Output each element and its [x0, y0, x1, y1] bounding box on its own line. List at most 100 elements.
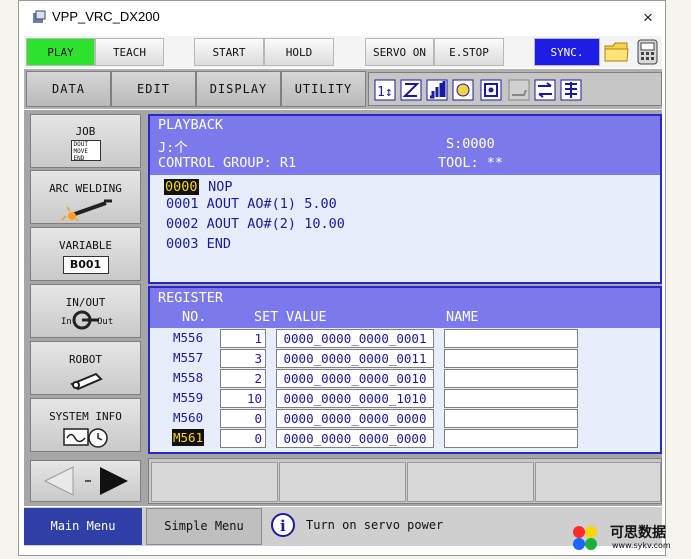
- menu-edit[interactable]: EDIT: [111, 71, 196, 107]
- register-name-field[interactable]: [444, 329, 578, 348]
- step-indicator: S:0000: [446, 136, 495, 152]
- function-key-bar: [148, 458, 662, 504]
- simple-menu-button[interactable]: Simple Menu: [146, 508, 262, 545]
- register-row[interactable]: M557 3 0000_0000_0000_0011: [150, 348, 660, 368]
- register-name-field[interactable]: [444, 349, 578, 368]
- side-arc-welding-button[interactable]: ARC WELDING: [30, 170, 141, 224]
- inout-label: IN/OUT: [65, 296, 106, 309]
- register-value-field[interactable]: 0000_0000_0000_0011: [276, 349, 434, 368]
- estop-button[interactable]: E.STOP: [434, 38, 504, 66]
- side-inout-button[interactable]: IN/OUT In Out: [30, 284, 141, 338]
- job-line-0001[interactable]: 0001 AOUT AO#(1) 5.00: [166, 196, 337, 212]
- side-job-button[interactable]: JOB DOUT MOVE END: [30, 114, 141, 168]
- register-name-field[interactable]: [444, 389, 578, 408]
- register-no: M561: [172, 429, 205, 446]
- job-line: J:个: [158, 140, 188, 156]
- control-group: CONTROL GROUP: R1: [158, 155, 297, 171]
- play-button[interactable]: PLAY: [26, 38, 95, 66]
- col-no: NO.: [182, 309, 207, 325]
- register-row[interactable]: M558 2 0000_0000_0000_0010: [150, 368, 660, 388]
- page-back-icon: [43, 466, 74, 496]
- svg-text:1↕: 1↕: [377, 85, 393, 100]
- system-info-label: SYSTEM INFO: [49, 410, 122, 423]
- folder-icon[interactable]: [603, 39, 630, 65]
- register-row[interactable]: M556 1 0000_0000_0000_0001: [150, 328, 660, 348]
- close-button[interactable]: ×: [636, 7, 660, 29]
- register-name-field[interactable]: [444, 429, 578, 448]
- out-label: Out: [97, 317, 114, 327]
- register-set-field[interactable]: 0: [220, 429, 266, 448]
- app-icon: [32, 9, 46, 23]
- register-value-field[interactable]: 0000_0000_0000_0000: [276, 429, 434, 448]
- side-page-nav: [30, 460, 141, 502]
- side-robot-button[interactable]: ROBOT: [30, 341, 141, 395]
- arc-welding-label: ARC WELDING: [49, 182, 122, 195]
- status-icon-set: 1↕: [374, 79, 582, 101]
- job-line-0002[interactable]: 0002 AOUT AO#(2) 10.00: [166, 216, 345, 232]
- watermark-logo: [571, 524, 611, 552]
- register-value-field[interactable]: 0000_0000_0000_0001: [276, 329, 434, 348]
- register-set-field[interactable]: 0: [220, 409, 266, 428]
- robot-arm-icon: [69, 372, 103, 391]
- side-system-info-button[interactable]: SYSTEM INFO: [30, 398, 141, 452]
- function-key-4[interactable]: [535, 462, 661, 502]
- line-text: NOP: [208, 179, 233, 195]
- svg-text:i: i: [280, 517, 286, 535]
- register-name-field[interactable]: [444, 369, 578, 388]
- job-icon: DOUT MOVE END: [70, 140, 101, 162]
- register-row[interactable]: M560 0 0000_0000_0000_0000: [150, 408, 660, 428]
- welding-torch-icon: [60, 199, 112, 222]
- col-name: NAME: [446, 309, 479, 325]
- system-info-icon: [62, 428, 108, 448]
- status-icons: 1↕: [368, 72, 662, 106]
- register-row[interactable]: M561 0 0000_0000_0000_0000: [150, 428, 660, 448]
- function-key-1[interactable]: [151, 462, 278, 502]
- tool-indicator: TOOL: **: [438, 155, 504, 171]
- page-forward-icon: [100, 467, 128, 495]
- sync-button[interactable]: SYNC.: [534, 38, 600, 66]
- line-number: 0000: [164, 179, 199, 195]
- status-message: Turn on servo power: [306, 518, 444, 532]
- register-set-field[interactable]: 10: [220, 389, 266, 408]
- register-no: M557: [173, 350, 204, 365]
- register-no: M559: [173, 390, 204, 405]
- register-no: M560: [173, 410, 204, 425]
- main-menu-button[interactable]: Main Menu: [24, 508, 142, 545]
- servo-on-button[interactable]: SERVO ON: [365, 38, 434, 66]
- robot-label: ROBOT: [68, 353, 103, 366]
- register-value-field[interactable]: 0000_0000_0000_0000: [276, 409, 434, 428]
- register-row[interactable]: M559 10 0000_0000_0000_1010: [150, 388, 660, 408]
- start-button[interactable]: START: [194, 38, 264, 66]
- menu-utility[interactable]: UTILITY: [281, 71, 366, 107]
- register-value-field[interactable]: 0000_0000_0000_0010: [276, 369, 434, 388]
- register-set-field[interactable]: 1: [220, 329, 266, 348]
- variable-label: VARIABLE: [59, 239, 112, 252]
- register-header: [150, 288, 660, 328]
- job-line-0000[interactable]: 0000 NOP: [164, 176, 233, 195]
- col-value: VALUE: [286, 309, 327, 325]
- menu-data[interactable]: DATA: [26, 71, 111, 107]
- register-set-field[interactable]: 2: [220, 369, 266, 388]
- controller-icon[interactable]: [634, 38, 661, 66]
- function-key-3[interactable]: [407, 462, 534, 502]
- window-title: VPP_VRC_DX200: [52, 9, 160, 24]
- register-no: M556: [173, 330, 204, 345]
- hold-button[interactable]: HOLD: [264, 38, 334, 66]
- register-value-field[interactable]: 0000_0000_0000_1010: [276, 389, 434, 408]
- info-icon: i: [270, 512, 296, 538]
- side-variable-button[interactable]: VARIABLE B001: [30, 227, 141, 281]
- watermark-url: www.sykv.com: [612, 541, 671, 550]
- job-line-0003[interactable]: 0003 END: [166, 236, 231, 252]
- register-name-field[interactable]: [444, 409, 578, 428]
- window-edge-left: [0, 70, 18, 90]
- function-key-2[interactable]: [279, 462, 406, 502]
- teach-button[interactable]: TEACH: [95, 38, 164, 66]
- variable-badge: B001: [62, 256, 109, 274]
- watermark-text: 可思数据: [610, 525, 666, 541]
- register-title: REGISTER: [158, 290, 224, 306]
- register-set-field[interactable]: 3: [220, 349, 266, 368]
- job-label: JOB: [75, 125, 96, 138]
- col-set: SET: [254, 309, 279, 325]
- menu-display[interactable]: DISPLAY: [196, 71, 281, 107]
- register-no: M558: [173, 370, 204, 385]
